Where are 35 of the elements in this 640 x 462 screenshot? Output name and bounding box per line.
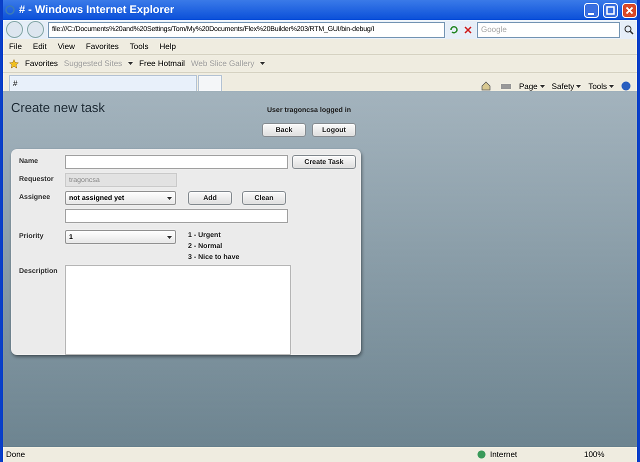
back-nav-button[interactable] [6, 21, 23, 38]
menu-item[interactable]: View [58, 42, 75, 51]
name-field[interactable] [65, 155, 288, 169]
stop-icon[interactable] [463, 24, 473, 34]
search-field[interactable]: Google [477, 22, 620, 38]
star-icon [9, 58, 19, 68]
menu-item[interactable]: Favorites [86, 42, 119, 51]
search-icon[interactable] [624, 24, 634, 34]
favorites-button[interactable]: Favorites [25, 59, 58, 68]
minimize-button[interactable] [584, 2, 599, 18]
close-button[interactable] [622, 2, 637, 18]
window-title: # - Windows Internet Explorer [19, 4, 176, 16]
forward-nav-button[interactable] [27, 21, 44, 38]
refresh-icon[interactable] [449, 24, 459, 34]
caret-icon [167, 196, 172, 200]
command-menu[interactable]: Tools [588, 82, 607, 91]
caret-icon [540, 85, 545, 88]
command-menu[interactable]: Page [518, 82, 538, 91]
zoom-control[interactable]: 100% [584, 450, 634, 459]
menu-item[interactable]: File [9, 42, 22, 51]
caret-icon [576, 85, 582, 88]
description-field[interactable] [65, 265, 291, 355]
assignee-list-field[interactable] [65, 209, 288, 223]
browser-tab[interactable]: # [9, 75, 197, 91]
caret-icon [609, 85, 614, 88]
status-text: Done [6, 450, 26, 459]
menu-item[interactable]: Edit [32, 42, 47, 51]
menu-item[interactable]: Tools [130, 42, 148, 51]
caret-icon [167, 236, 172, 238]
maximize-button[interactable] [603, 2, 618, 18]
page-title: Create new task [11, 100, 106, 117]
zone-text: Internet [490, 450, 518, 459]
menu-item[interactable]: Help [159, 42, 176, 51]
favorites-link[interactable]: Free Hotmail [139, 59, 185, 68]
command-menu[interactable]: Safety [552, 82, 574, 91]
